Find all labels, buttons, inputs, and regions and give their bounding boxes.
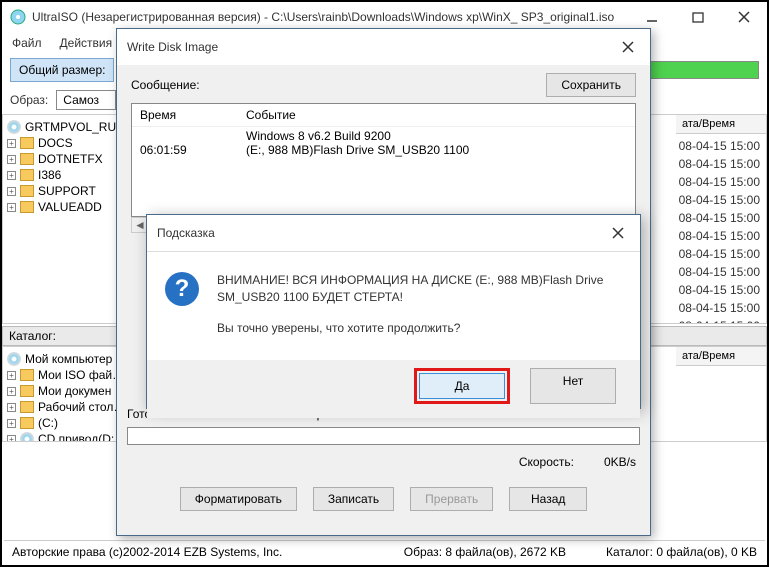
tree-item[interactable]: +DOCS	[7, 135, 117, 151]
speed-label: Скорость:	[519, 455, 574, 469]
cd-icon	[7, 120, 21, 134]
expand-icon[interactable]: +	[7, 155, 16, 164]
menu-actions[interactable]: Действия	[60, 36, 113, 50]
confirm-close-button[interactable]	[606, 221, 630, 245]
folder-icon	[20, 185, 34, 197]
expand-icon[interactable]: +	[7, 139, 16, 148]
dialog-close-button[interactable]	[616, 35, 640, 59]
save-button[interactable]: Сохранить	[546, 73, 636, 97]
yes-button[interactable]: Да	[419, 373, 505, 399]
progress-bar	[127, 427, 640, 445]
format-button[interactable]: Форматировать	[180, 487, 297, 511]
tree-root[interactable]: GRTMPVOL_RU	[7, 119, 117, 135]
yes-highlight: Да	[414, 368, 510, 404]
confirm-warning: ВНИМАНИЕ! ВСЯ ИНФОРМАЦИЯ НА ДИСКЕ (E:, 9…	[217, 272, 622, 306]
speed-value: 0KB/s	[604, 455, 636, 469]
question-icon: ?	[165, 272, 199, 306]
confirm-dialog: Подсказка ? ВНИМАНИЕ! ВСЯ ИНФОРМАЦИЯ НА …	[146, 214, 641, 409]
column-header-date[interactable]: ата/Время	[676, 115, 766, 134]
write-button[interactable]: Записать	[313, 487, 394, 511]
back-button[interactable]: Назад	[509, 487, 587, 511]
status-catalog: Каталог: 0 файла(ов), 0 KB	[606, 545, 757, 559]
status-copyright: Авторские права (c)2002-2014 EZB Systems…	[12, 545, 364, 559]
tree-item[interactable]: +I386	[7, 167, 117, 183]
folder-icon	[20, 201, 34, 213]
tree-item[interactable]: +DOTNETFX	[7, 151, 117, 167]
catalog-item[interactable]: +Рабочий стол…	[7, 399, 117, 415]
col-event[interactable]: Событие	[246, 108, 296, 122]
folder-icon	[20, 169, 34, 181]
catalog-item[interactable]: +CD привод(D:	[7, 431, 117, 442]
log-list: Время Событие Windows 8 v6.2 Build 9200 …	[131, 103, 636, 217]
tree-pane: GRTMPVOL_RU +DOCS +DOTNETFX +I386 +SUPPO…	[2, 114, 122, 324]
status-image: Образ: 8 файла(ов), 2672 KB	[404, 545, 566, 559]
menu-file[interactable]: Файл	[12, 36, 42, 50]
computer-icon	[7, 352, 21, 366]
catalog-tree-pane: Мой компьютер +Мои ISO фай… +Мои докумен…	[2, 346, 122, 442]
catalog-item[interactable]: Мой компьютер	[7, 351, 117, 367]
no-button[interactable]: Нет	[530, 368, 616, 404]
col-time[interactable]: Время	[140, 108, 246, 122]
catalog-item[interactable]: +(C:)	[7, 415, 117, 431]
dialog-title: Write Disk Image	[127, 40, 616, 54]
column-header-date[interactable]: ата/Время	[676, 347, 766, 366]
message-label: Сообщение:	[131, 78, 546, 92]
catalog-item[interactable]: +Мои ISO фай…	[7, 367, 117, 383]
expand-icon[interactable]: +	[7, 171, 16, 180]
confirm-title: Подсказка	[157, 226, 606, 240]
date-column: 08-04-15 15:0008-04-15 15:0008-04-15 15:…	[679, 137, 760, 324]
app-icon	[10, 9, 26, 25]
expand-icon[interactable]: +	[7, 187, 16, 196]
log-row: 06:01:59(E:, 988 MB)Flash Drive SM_USB20…	[140, 143, 627, 157]
window-title: UltraISO (Незарегистрированная версия) -…	[32, 10, 629, 24]
catalog-item[interactable]: +Мои докумен	[7, 383, 117, 399]
folder-icon	[20, 153, 34, 165]
expand-icon[interactable]: +	[7, 203, 16, 212]
total-size-tab[interactable]: Общий размер:	[10, 58, 114, 82]
maximize-button[interactable]	[675, 2, 721, 32]
tree-item[interactable]: +VALUEADD	[7, 199, 117, 215]
folder-icon	[20, 137, 34, 149]
confirm-question: Вы точно уверены, что хотите продолжить?	[217, 320, 622, 337]
tree-item[interactable]: +SUPPORT	[7, 183, 117, 199]
abort-button: Прервать	[410, 487, 493, 511]
close-button[interactable]	[721, 2, 767, 32]
log-row: Windows 8 v6.2 Build 9200	[140, 129, 627, 143]
image-label: Образ:	[10, 93, 48, 107]
image-mode-combo[interactable]: Самоз	[56, 90, 116, 110]
